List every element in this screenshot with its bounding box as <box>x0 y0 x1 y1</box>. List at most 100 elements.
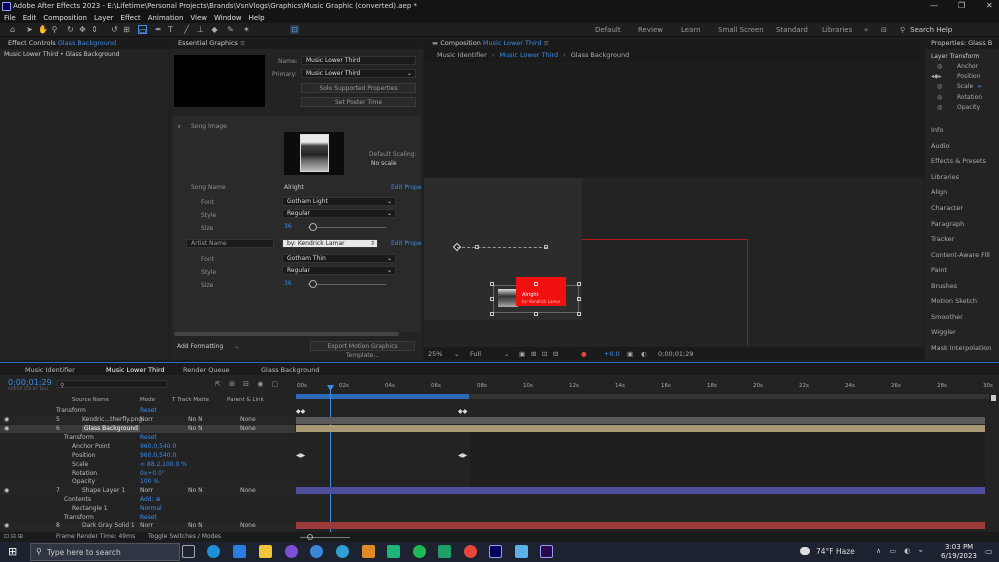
explorer-icon[interactable] <box>259 545 272 558</box>
eye-icon[interactable]: ◉ <box>4 425 9 432</box>
panel-paint[interactable]: Paint <box>931 266 947 274</box>
solo-supported-button[interactable]: Solo Supported Properties <box>301 83 416 93</box>
panel-libraries[interactable]: Libraries <box>931 173 959 181</box>
panel-align[interactable]: Align <box>931 188 947 196</box>
camera-icon[interactable]: ▣ <box>627 350 633 358</box>
layer-row[interactable]: Contents Add: ⊕ <box>0 496 295 504</box>
layer-name[interactable]: Contents <box>64 496 91 503</box>
timeline-tools-icons[interactable]: ⇱ ⊞ ⊟ ◉ ▢ <box>215 380 281 388</box>
minimize-button[interactable]: — <box>930 1 938 10</box>
artist-name-stepper-icon[interactable]: ⇕ <box>370 240 375 247</box>
export-mogrt-button[interactable]: Export Motion Graphics Template... <box>310 341 415 359</box>
layer-track-matte[interactable]: No N <box>188 487 203 494</box>
clock-date[interactable]: 6/19/2023 <box>941 552 977 560</box>
app-blue-icon[interactable] <box>310 545 323 558</box>
menu-window[interactable]: Window <box>214 14 242 22</box>
keyframe-position-1[interactable]: ◀▶ <box>296 452 305 459</box>
menu-animation[interactable]: Animation <box>148 14 184 22</box>
search-help[interactable]: Search Help <box>910 26 952 34</box>
eye-icon[interactable]: ◉ <box>4 416 9 423</box>
layer-name[interactable]: Opacity <box>72 478 95 485</box>
workspace-default[interactable]: Default <box>595 26 621 34</box>
artist-size-slider[interactable] <box>308 284 386 285</box>
set-poster-time-button[interactable]: Set Poster Time <box>301 97 416 107</box>
app-cyan-icon[interactable] <box>336 545 349 558</box>
add-formatting-button[interactable]: Add Formatting <box>177 343 223 350</box>
layer-mode[interactable]: 960.0,540.0 <box>140 443 176 450</box>
menu-edit[interactable]: Edit <box>23 14 37 22</box>
home-icon[interactable]: ⌂ <box>8 25 17 34</box>
crumb-glass-background[interactable]: Glass Background <box>571 51 629 59</box>
timeline-search-input[interactable]: ⚲ <box>57 380 167 389</box>
pen-tool-icon[interactable]: ✒ <box>154 25 163 34</box>
pan-tool-icon[interactable]: ✥ <box>78 25 87 34</box>
horizontal-scrollbar[interactable] <box>174 332 399 336</box>
workspace-menu-icon[interactable]: » <box>864 26 868 34</box>
layer-row[interactable]: Rotation 0x+0.0° <box>0 470 295 478</box>
layer-row[interactable]: Opacity 100 % <box>0 478 295 486</box>
prop-rotation[interactable]: Rotation <box>957 94 982 101</box>
panel-smoother[interactable]: Smoother <box>931 313 963 321</box>
handle-7[interactable] <box>534 312 538 316</box>
collapse-chevron-icon[interactable]: ∨ <box>177 123 181 130</box>
panel-effects-presets[interactable]: Effects & Presets <box>931 157 986 165</box>
layer-name[interactable]: Kendric...therfly.png <box>82 416 142 423</box>
edit-properties-link-2[interactable]: Edit Prope <box>391 240 422 247</box>
hand-tool-icon[interactable]: ✋ <box>38 25 48 34</box>
brush-tool-icon[interactable]: ╱ <box>182 25 191 34</box>
effect-controls-tab[interactable]: Effect Controls Glass Background <box>0 37 169 49</box>
handle-1[interactable] <box>490 282 494 286</box>
artist-font-dropdown[interactable]: Gotham Thin ⌄ <box>282 254 396 263</box>
layer-mode[interactable]: Norr <box>140 487 153 494</box>
layer-track-matte[interactable]: No N <box>188 425 203 432</box>
handle-5[interactable] <box>577 297 581 301</box>
layer-name[interactable]: Transform <box>64 514 94 521</box>
panel-info[interactable]: Info <box>931 126 943 134</box>
layer-name[interactable]: Anchor Point <box>72 443 110 450</box>
keyframe-pair-2[interactable]: ◆◆ <box>458 408 467 415</box>
layer-name[interactable]: Transform <box>64 434 94 441</box>
workspace-standard[interactable]: Standard <box>776 26 808 34</box>
menu-composition[interactable]: Composition <box>43 14 87 22</box>
workspace-learn[interactable]: Learn <box>681 26 701 34</box>
magnification-dropdown[interactable]: 25% <box>428 350 442 358</box>
layer-mode[interactable]: 0x+0.0° <box>140 470 165 477</box>
selection-tool-icon[interactable]: ➤ <box>25 25 34 34</box>
layer-row[interactable]: ◉ 8 Dark Gray Solid 1 Norr No N None <box>0 522 295 530</box>
layer-parent[interactable]: None <box>240 416 256 423</box>
menu-view[interactable]: View <box>190 14 207 22</box>
layer-row[interactable]: Transform Reset <box>0 434 295 442</box>
timeline-timecode[interactable]: 0;00;01;29 <box>8 378 52 387</box>
prop-anchor[interactable]: Anchor <box>957 63 978 70</box>
comp-timecode[interactable]: 0;00;01;29 <box>658 350 694 358</box>
region-of-interest-icon[interactable]: ▣ <box>519 350 525 358</box>
artist-size-value[interactable]: 36 <box>284 280 292 287</box>
prop-opacity[interactable]: Opacity <box>957 104 980 111</box>
time-ruler[interactable] <box>296 378 996 404</box>
song-size-slider[interactable] <box>308 227 386 228</box>
layer-mode[interactable]: Reset <box>140 434 157 441</box>
layer-mode[interactable]: Normal <box>140 505 162 512</box>
artist-style-dropdown[interactable]: Regular ⌄ <box>282 266 396 275</box>
name-field[interactable]: Music Lower Third <box>301 56 416 65</box>
menu-layer[interactable]: Layer <box>94 14 114 22</box>
panel-audio[interactable]: Audio <box>931 142 949 150</box>
windows-start-icon[interactable]: ⊞ <box>8 545 17 558</box>
song-font-dropdown[interactable]: Gotham Light ⌄ <box>282 197 396 206</box>
layer-parent[interactable]: None <box>240 425 256 432</box>
rectangle-tool-icon[interactable]: ▭ <box>138 25 147 35</box>
handle-3[interactable] <box>577 282 581 286</box>
timeline-tab-music-identifier[interactable]: Music Identifier <box>25 366 75 374</box>
layer-track-matte[interactable]: No N <box>188 416 203 423</box>
after-effects-icon[interactable] <box>489 545 502 558</box>
app-orange-icon[interactable] <box>362 545 375 558</box>
store-icon[interactable] <box>233 545 246 558</box>
layer-name[interactable]: Transform <box>56 407 86 414</box>
crumb-music-identifier[interactable]: Music Identifier <box>437 51 487 59</box>
layer-mode[interactable]: Reset <box>140 407 157 414</box>
menu-file[interactable]: File <box>4 14 16 22</box>
layer-row[interactable]: Scale ∞ 88.2,100.0 % <box>0 461 295 469</box>
pan-behind-tool-icon[interactable]: ⊞ <box>122 25 131 34</box>
layer-mode[interactable]: Norr <box>140 522 153 529</box>
zoom-tool-icon[interactable]: ⚲ <box>50 25 59 34</box>
